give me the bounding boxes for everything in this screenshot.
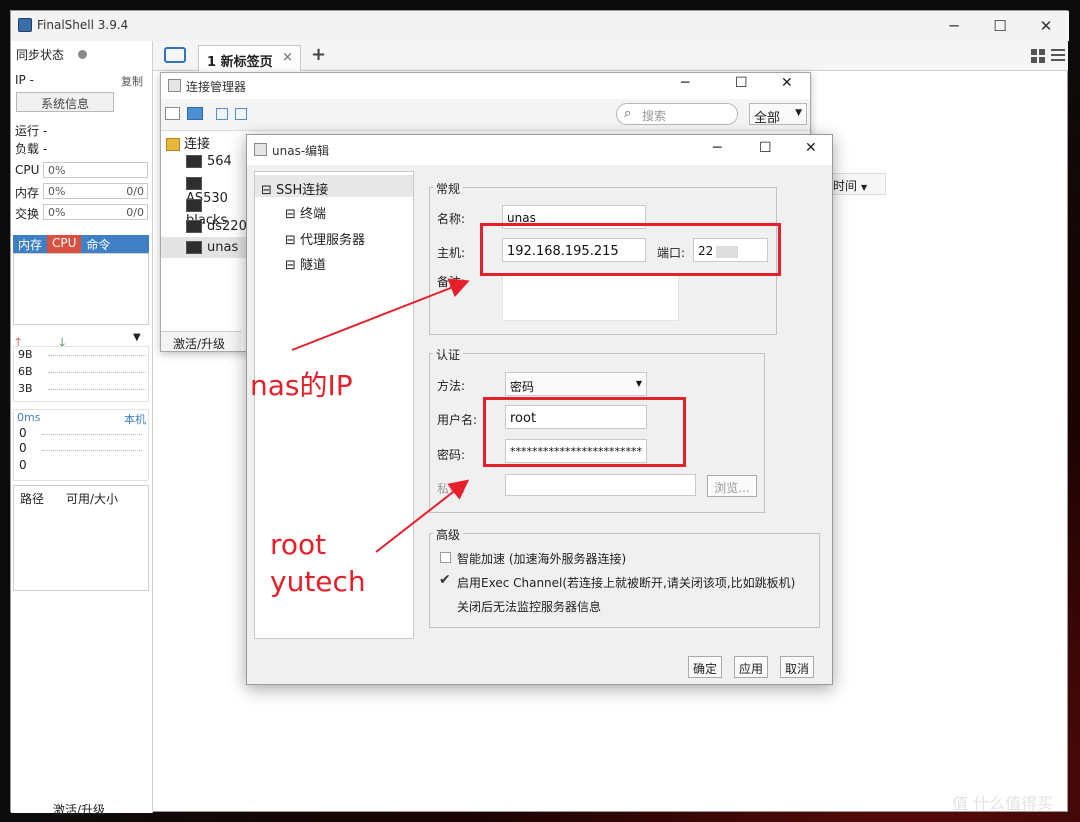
annotation-arrows (291, 278, 470, 553)
watermark: 值 什么值得买 (952, 794, 1054, 813)
arrow-to-credentials (375, 479, 470, 553)
arrow-to-host (291, 278, 470, 351)
